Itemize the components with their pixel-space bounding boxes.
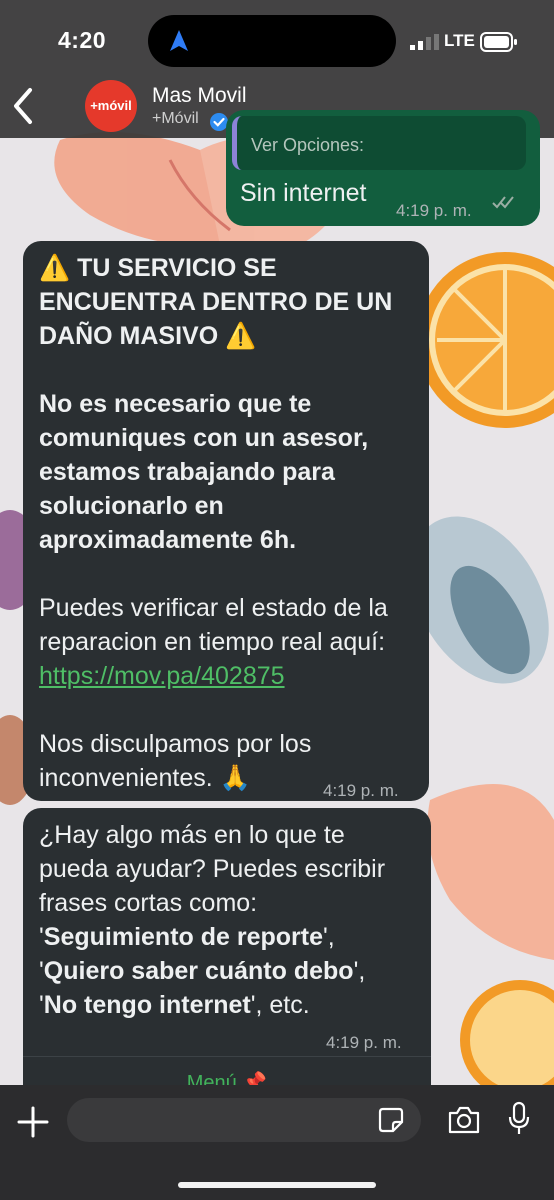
message-line: 'No tengo internet', etc. (39, 991, 310, 1019)
bold-phrase: No tengo internet (43, 991, 251, 1019)
message-line: Nos disculpamos por los (39, 730, 312, 758)
network-label: LTE (444, 31, 475, 50)
message-text: Sin internet (240, 179, 367, 207)
message-line: estamos trabajando para (39, 458, 335, 486)
message-line: 'Seguimiento de reporte', (39, 923, 335, 951)
message-line: frases cortas como: (39, 889, 258, 917)
home-indicator (178, 1182, 376, 1188)
message-line: ENCUENTRA DENTRO DE UN (39, 288, 393, 316)
repair-status-link[interactable]: https://mov.pa/402875 (39, 659, 413, 693)
message-time: 4:19 p. m. (326, 1033, 402, 1052)
message-bubble-incoming[interactable]: ¿Hay algo más en lo que te pueda ayudar?… (23, 808, 431, 1108)
message-line: pueda ayudar? Puedes escribir (39, 855, 386, 883)
bold-phrase: Quiero saber cuánto debo (43, 957, 354, 985)
camera-icon[interactable] (447, 1105, 481, 1135)
message-line: DAÑO MASIVO ⚠️ (39, 322, 257, 350)
battery-icon (480, 32, 517, 52)
message-bubble-outgoing[interactable]: Ver Opciones: Sin internet 4:19 p. m. (226, 110, 540, 226)
plus-icon[interactable] (16, 1105, 50, 1139)
sticker-icon[interactable] (378, 1107, 404, 1133)
message-line: comuniques con un asesor, (39, 424, 369, 452)
avatar[interactable]: +móvil (85, 80, 137, 132)
message-line: 'Quiero saber cuánto debo', (39, 957, 366, 985)
status-time: 4:20 (58, 27, 107, 53)
back-chevron-icon[interactable] (8, 86, 40, 126)
quoted-reply[interactable]: Ver Opciones: (232, 116, 526, 170)
message-composer (0, 1085, 554, 1200)
message-input[interactable] (67, 1098, 421, 1142)
message-time: 4:19 p. m. (396, 201, 472, 220)
message-line: ⚠️ TU SERVICIO SE (39, 254, 277, 282)
bold-phrase: Seguimiento de reporte (43, 923, 323, 951)
microphone-icon[interactable] (507, 1101, 531, 1137)
signal-icon (410, 34, 439, 50)
message-line: Puedes verificar el estado de la (39, 594, 388, 622)
message-bubble-incoming[interactable]: ⚠️ TU SERVICIO SE ENCUENTRA DENTRO DE UN… (23, 241, 429, 801)
chat-subtitle: +Móvil (152, 110, 199, 127)
message-line: ¿Hay algo más en lo que te (39, 821, 345, 849)
message-line: No es necesario que te (39, 390, 312, 418)
message-line: aproximadamente 6h. (39, 526, 297, 554)
dynamic-island (148, 15, 396, 67)
message-line: reparacion en tiempo real aquí: (39, 628, 386, 656)
message-time: 4:19 p. m. (323, 781, 399, 800)
location-arrow-icon (170, 30, 188, 51)
message-line: solucionarlo en (39, 492, 224, 520)
chat-title[interactable]: Mas Movil (152, 84, 247, 108)
read-receipt-icon (492, 196, 514, 209)
